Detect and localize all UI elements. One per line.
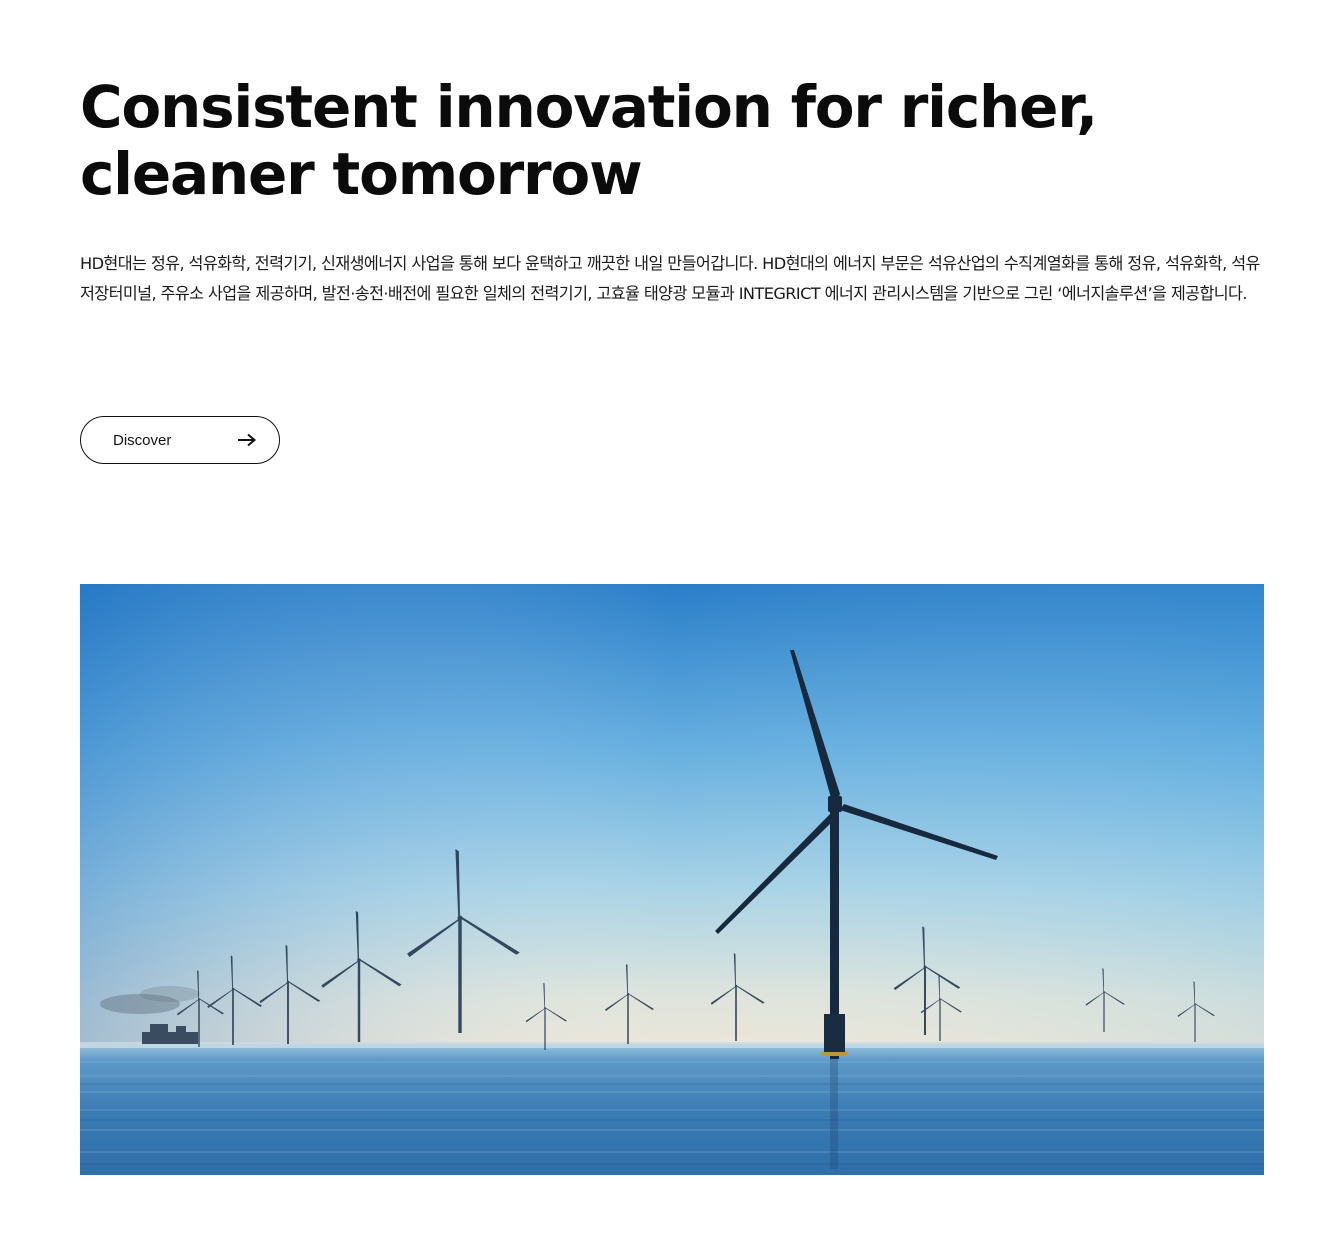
- discover-button[interactable]: Discover: [80, 416, 280, 464]
- headline-line-1: Consistent innovation for richer,: [80, 73, 1098, 141]
- arrow-right-icon: [238, 433, 257, 447]
- offshore-wind-turbines-image: [80, 584, 1264, 1175]
- section-description: HD현대는 정유, 석유화학, 전력기기, 신재생에너지 사업을 통해 보다 윤…: [80, 254, 1260, 303]
- section-headline: Consistent innovation for richer, cleane…: [80, 73, 1098, 208]
- discover-button-label: Discover: [113, 431, 172, 449]
- headline-line-2: cleaner tomorrow: [80, 140, 643, 208]
